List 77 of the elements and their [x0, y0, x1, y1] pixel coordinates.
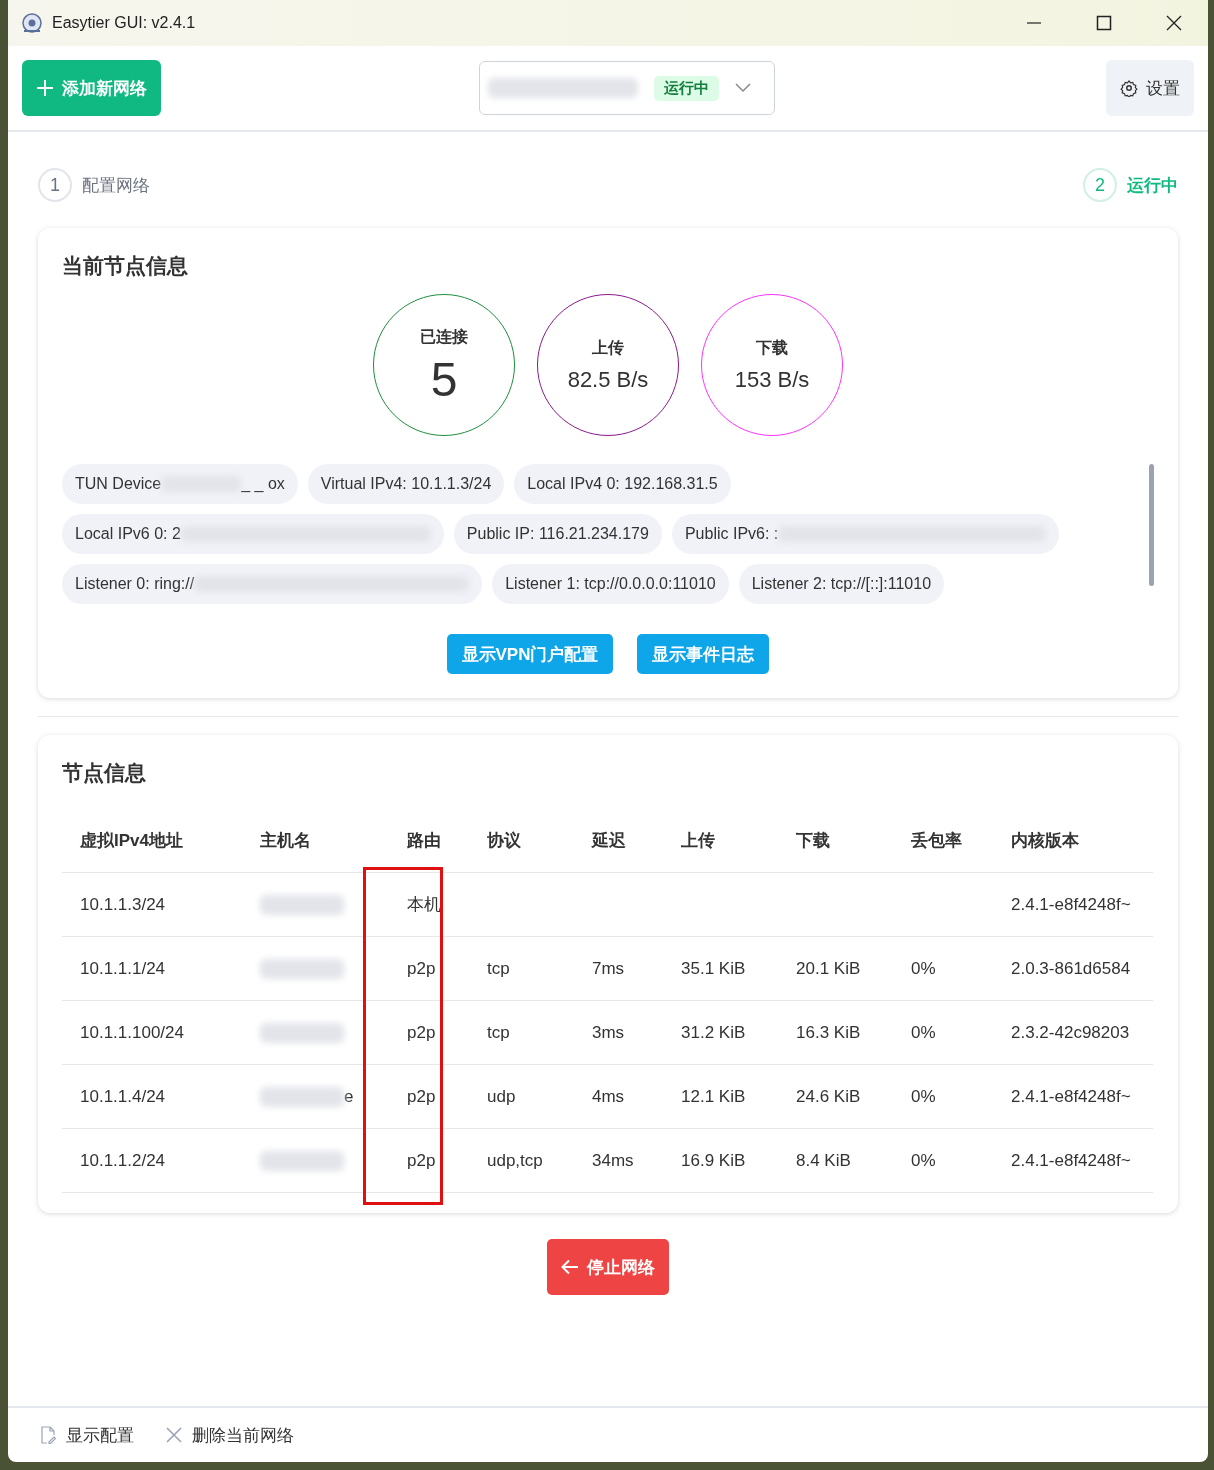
info-chip: Public IPv6: :	[671, 514, 1060, 554]
table-cell: udp,tcp	[469, 1129, 574, 1193]
column-header: 内核版本	[993, 809, 1153, 873]
table-cell: 2.4.1-e8f4248f~	[993, 873, 1153, 937]
info-chip: TUN Device _ _ ox	[62, 464, 298, 504]
chevron-down-icon	[735, 83, 751, 93]
table-cell: p2p	[389, 1065, 469, 1129]
column-header: 下载	[778, 809, 893, 873]
table-cell: 2.0.3-861d6584	[993, 937, 1153, 1001]
info-chip: Listener 0: ring://	[62, 564, 483, 604]
close-icon	[166, 1427, 182, 1443]
step-item: 2 运行中	[1083, 168, 1178, 202]
info-chip: Public IP: 116.21.234.179	[453, 514, 662, 554]
table-cell: p2p	[389, 1129, 469, 1193]
table-cell: 2.4.1-e8f4248f~	[993, 1129, 1153, 1193]
table-cell: udp	[469, 1065, 574, 1129]
table-cell: 本机	[389, 873, 469, 937]
table-cell: 0%	[893, 1129, 993, 1193]
table-cell: 7ms	[574, 937, 663, 1001]
column-header: 主机名	[242, 809, 389, 873]
table-cell: 24.6 KiB	[778, 1065, 893, 1129]
info-chip: Listener 1: tcp://0.0.0.0:11010	[492, 564, 729, 604]
show-config-button[interactable]: 显示配置	[34, 1422, 140, 1448]
status-tag: 运行中	[654, 75, 719, 101]
action-button[interactable]: 显示VPN门户配置	[446, 634, 614, 674]
table-cell: 20.1 KiB	[778, 937, 893, 1001]
table-cell: 10.1.1.1/24	[62, 937, 242, 1001]
table-cell: 35.1 KiB	[663, 937, 778, 1001]
table-cell: 10.1.1.3/24	[62, 873, 242, 937]
table-cell: 2.3.2-42c98203	[993, 1001, 1153, 1065]
table-cell: 10.1.1.100/24	[62, 1001, 242, 1065]
scrollbar[interactable]	[1149, 464, 1154, 586]
info-chip: Local IPv4 0: 192.168.31.5	[514, 464, 731, 504]
table-cell: p2p	[389, 1001, 469, 1065]
settings-icon	[1120, 79, 1138, 97]
table-cell: 0%	[893, 1065, 993, 1129]
plus-icon	[36, 79, 54, 97]
section-title: 节点信息	[62, 760, 147, 786]
table-cell: 4ms	[574, 1065, 663, 1129]
table-cell: p2p	[389, 937, 469, 1001]
table-cell: 0%	[893, 1001, 993, 1065]
table-cell: 34ms	[574, 1129, 663, 1193]
table-cell: 8.4 KiB	[778, 1129, 893, 1193]
column-header: 协议	[469, 809, 574, 873]
table-cell: 16.9 KiB	[663, 1129, 778, 1193]
section-title: 当前节点信息	[62, 253, 189, 279]
step-item: 1 配置网络	[38, 168, 150, 202]
column-header: 上传	[663, 809, 778, 873]
network-select[interactable]: 运行中	[479, 61, 775, 115]
settings-button[interactable]: 设置	[1106, 60, 1194, 116]
table-cell: 31.2 KiB	[663, 1001, 778, 1065]
window-title: Easytier GUI: v2.4.1	[52, 14, 196, 32]
info-chip: Local IPv6 0: 2	[62, 514, 444, 554]
delete-network-button[interactable]: 删除当前网络	[160, 1422, 300, 1448]
column-header: 丢包率	[893, 809, 993, 873]
add-network-button[interactable]: 添加新网络	[22, 60, 161, 116]
close-icon[interactable]	[1166, 15, 1182, 31]
document-edit-icon	[40, 1426, 56, 1444]
table-cell: tcp	[469, 1001, 574, 1065]
action-button[interactable]: 显示事件日志	[637, 634, 770, 674]
table-cell: tcp	[469, 937, 574, 1001]
table-cell: 10.1.1.2/24	[62, 1129, 242, 1193]
table-cell: 2.4.1-e8f4248f~	[993, 1065, 1153, 1129]
table-cell: 3ms	[574, 1001, 663, 1065]
table-cell: 10.1.1.4/24	[62, 1065, 242, 1129]
table-cell: 16.3 KiB	[778, 1001, 893, 1065]
table-cell: 0%	[893, 937, 993, 1001]
column-header: 延迟	[574, 809, 663, 873]
column-header: 路由	[389, 809, 469, 873]
info-chip: Virtual IPv4: 10.1.1.3/24	[307, 464, 505, 504]
info-chip: Listener 2: tcp://[::]:11010	[738, 564, 945, 604]
table-cell: 12.1 KiB	[663, 1065, 778, 1129]
stop-network-button[interactable]: 停止网络	[547, 1239, 669, 1295]
column-header: 虚拟IPv4地址	[62, 809, 242, 873]
maximize-icon[interactable]	[1096, 15, 1112, 31]
arrow-left-icon	[561, 1259, 579, 1275]
table-cell: e	[242, 1065, 389, 1129]
